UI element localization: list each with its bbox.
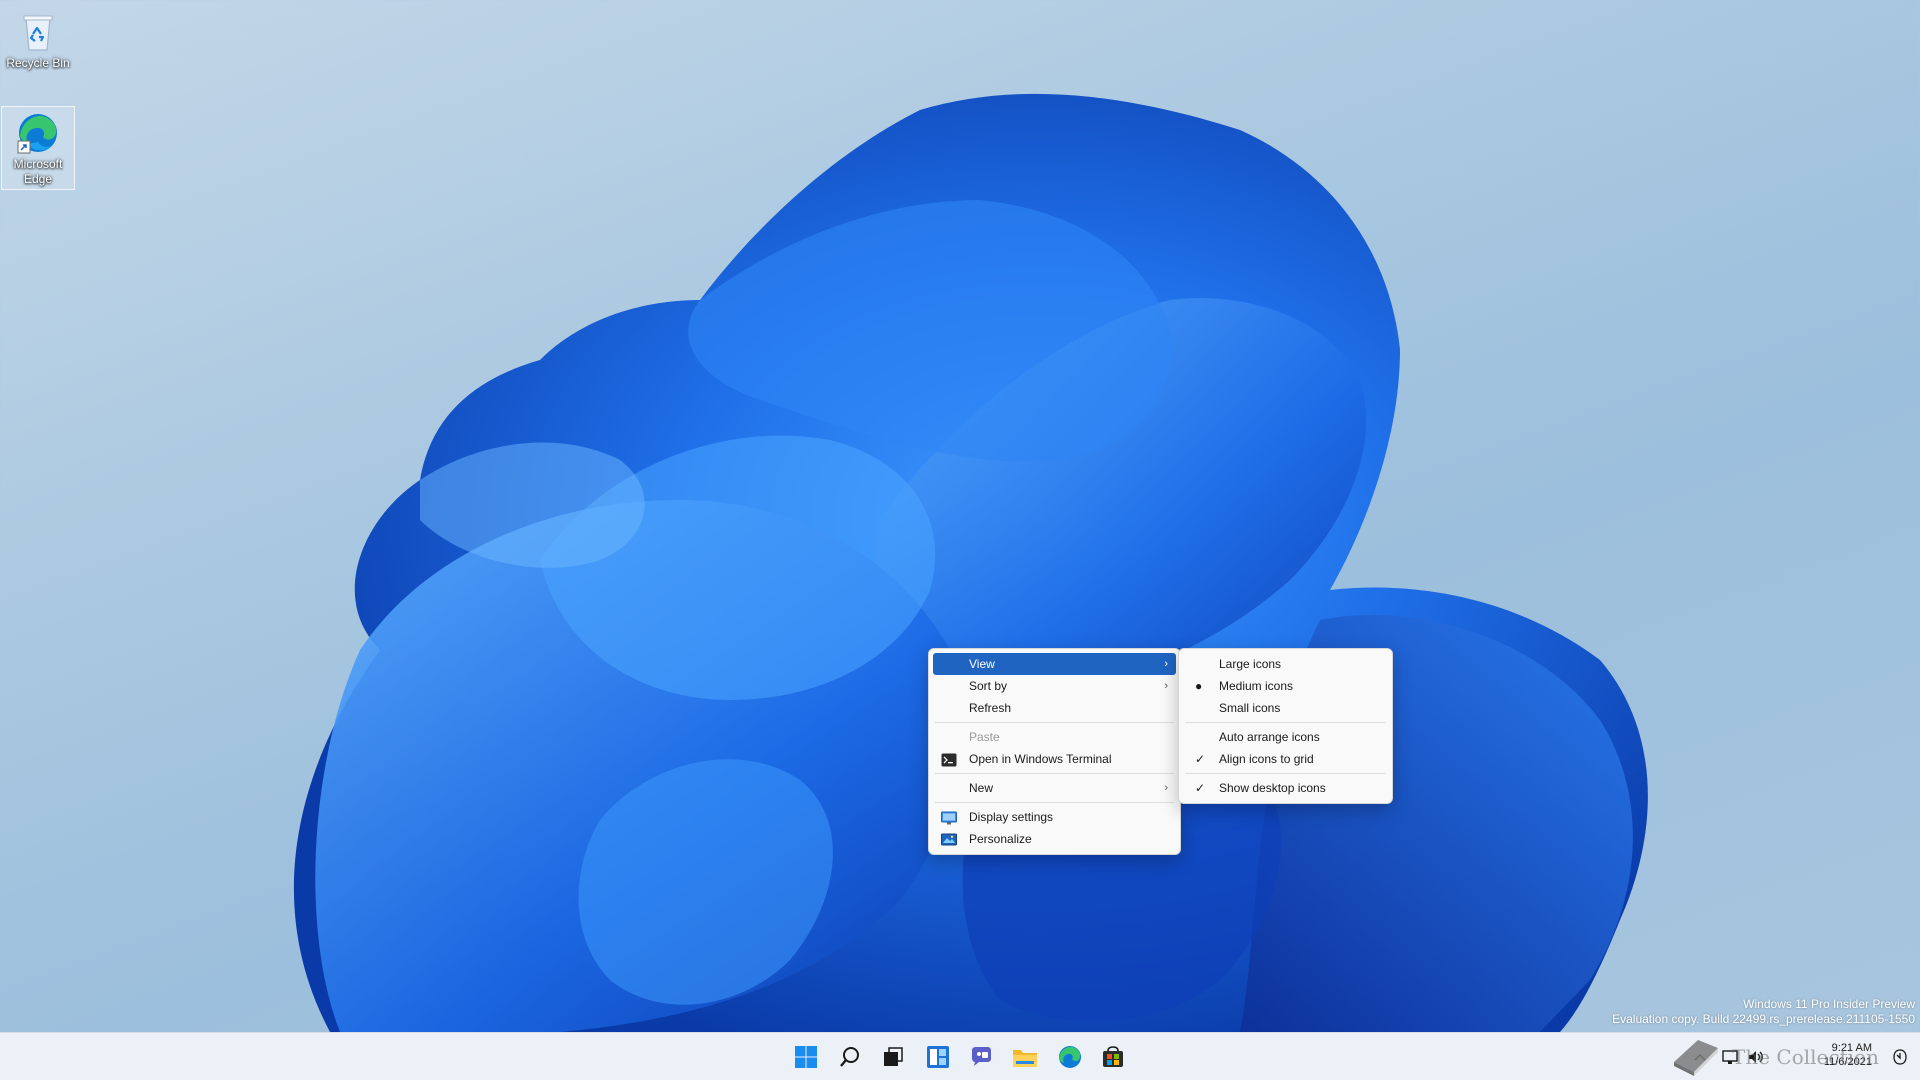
menu-item-align-grid[interactable]: ✓ Align icons to grid xyxy=(1183,748,1388,770)
taskbar: 9:21 AM 11/6/2021 xyxy=(0,1032,1920,1080)
menu-item-small-icons[interactable]: Small icons xyxy=(1183,697,1388,719)
desktop-context-menu: View › Sort by › Refresh Paste Open in W… xyxy=(928,648,1181,855)
file-explorer-button[interactable] xyxy=(1009,1041,1041,1073)
terminal-icon xyxy=(941,752,957,767)
menu-item-new-label: New xyxy=(969,781,994,795)
search-button[interactable] xyxy=(834,1041,866,1073)
evaluation-watermark: Windows 11 Pro Insider Preview Evaluatio… xyxy=(1612,997,1915,1027)
menu-divider xyxy=(935,802,1174,803)
edge-taskbar-button[interactable] xyxy=(1054,1041,1086,1073)
checkmark-icon: ✓ xyxy=(1195,752,1206,766)
menu-item-paste-label: Paste xyxy=(969,730,1000,744)
menu-item-medium-icons-label: Medium icons xyxy=(1219,679,1294,693)
store-icon xyxy=(1103,1046,1123,1067)
checkmark-icon: ✓ xyxy=(1195,781,1206,795)
menu-item-small-icons-label: Small icons xyxy=(1219,701,1281,715)
widgets-icon xyxy=(927,1046,949,1068)
menu-item-view[interactable]: View › xyxy=(933,653,1176,675)
book-logo-icon xyxy=(1674,1040,1718,1076)
task-view-icon xyxy=(884,1047,903,1066)
menu-item-sort-by[interactable]: Sort by › xyxy=(933,675,1176,697)
start-button[interactable] xyxy=(790,1041,822,1073)
chevron-right-icon: › xyxy=(1164,782,1168,794)
menu-item-open-terminal-label: Open in Windows Terminal xyxy=(969,752,1112,766)
menu-item-large-icons-label: Large icons xyxy=(1219,657,1282,671)
menu-item-auto-arrange[interactable]: Auto arrange icons xyxy=(1183,726,1388,748)
chevron-right-icon: › xyxy=(1164,680,1168,692)
microsoft-edge-label: Microsoft Edge xyxy=(13,157,63,186)
brand-overlay: The Collection Book xyxy=(1668,1030,1918,1080)
menu-item-large-icons[interactable]: Large icons xyxy=(1183,653,1388,675)
view-submenu: Large icons ● Medium icons Small icons A… xyxy=(1178,648,1393,804)
menu-item-view-label: View xyxy=(969,657,995,671)
edge-icon xyxy=(1059,1046,1081,1068)
menu-item-auto-arrange-label: Auto arrange icons xyxy=(1219,730,1320,744)
search-icon xyxy=(840,1047,859,1067)
widgets-button[interactable] xyxy=(922,1041,954,1073)
menu-item-show-desktop-icons[interactable]: ✓ Show desktop icons xyxy=(1183,777,1388,799)
chat-button[interactable] xyxy=(965,1041,997,1073)
menu-divider xyxy=(1185,773,1386,774)
watermark-build: Evaluation copy. Build 22499.rs_prerelea… xyxy=(1612,1012,1915,1026)
watermark-edition: Windows 11 Pro Insider Preview xyxy=(1743,997,1915,1011)
personalize-icon xyxy=(941,832,957,846)
display-settings-icon xyxy=(941,810,957,825)
menu-item-show-desktop-icons-label: Show desktop icons xyxy=(1219,781,1326,795)
menu-item-paste[interactable]: Paste xyxy=(933,726,1176,748)
store-button[interactable] xyxy=(1097,1041,1129,1073)
menu-item-open-terminal[interactable]: Open in Windows Terminal xyxy=(933,748,1176,770)
brand-overlay-text: The Collection Book xyxy=(1732,1045,1879,1069)
desktop-icon-microsoft-edge[interactable]: Microsoft Edge xyxy=(1,106,75,190)
menu-item-refresh-label: Refresh xyxy=(969,701,1012,715)
start-icon xyxy=(795,1046,817,1068)
menu-item-display-settings[interactable]: Display settings xyxy=(933,806,1176,828)
menu-item-personalize-label: Personalize xyxy=(969,832,1032,846)
recycle-bin-icon xyxy=(16,10,60,54)
menu-item-refresh[interactable]: Refresh xyxy=(933,697,1176,719)
edge-icon xyxy=(16,111,60,155)
menu-item-new[interactable]: New › xyxy=(933,777,1176,799)
recycle-bin-label: Recycle Bin xyxy=(6,56,70,70)
menu-item-align-grid-label: Align icons to grid xyxy=(1219,752,1314,766)
desktop-wallpaper xyxy=(293,93,1648,1032)
file-explorer-icon xyxy=(1013,1050,1037,1067)
menu-item-personalize[interactable]: Personalize xyxy=(933,828,1176,850)
menu-divider xyxy=(1185,722,1386,723)
desktop-icon-recycle-bin[interactable]: Recycle Bin xyxy=(1,6,75,71)
menu-divider xyxy=(935,773,1174,774)
bullet-icon: ● xyxy=(1195,679,1203,693)
menu-item-display-settings-label: Display settings xyxy=(969,810,1054,824)
chat-icon xyxy=(972,1047,991,1066)
menu-item-sort-by-label: Sort by xyxy=(969,679,1008,693)
task-view-button[interactable] xyxy=(877,1041,909,1073)
menu-item-medium-icons[interactable]: ● Medium icons xyxy=(1183,675,1388,697)
menu-divider xyxy=(935,722,1174,723)
chevron-right-icon: › xyxy=(1164,658,1168,670)
